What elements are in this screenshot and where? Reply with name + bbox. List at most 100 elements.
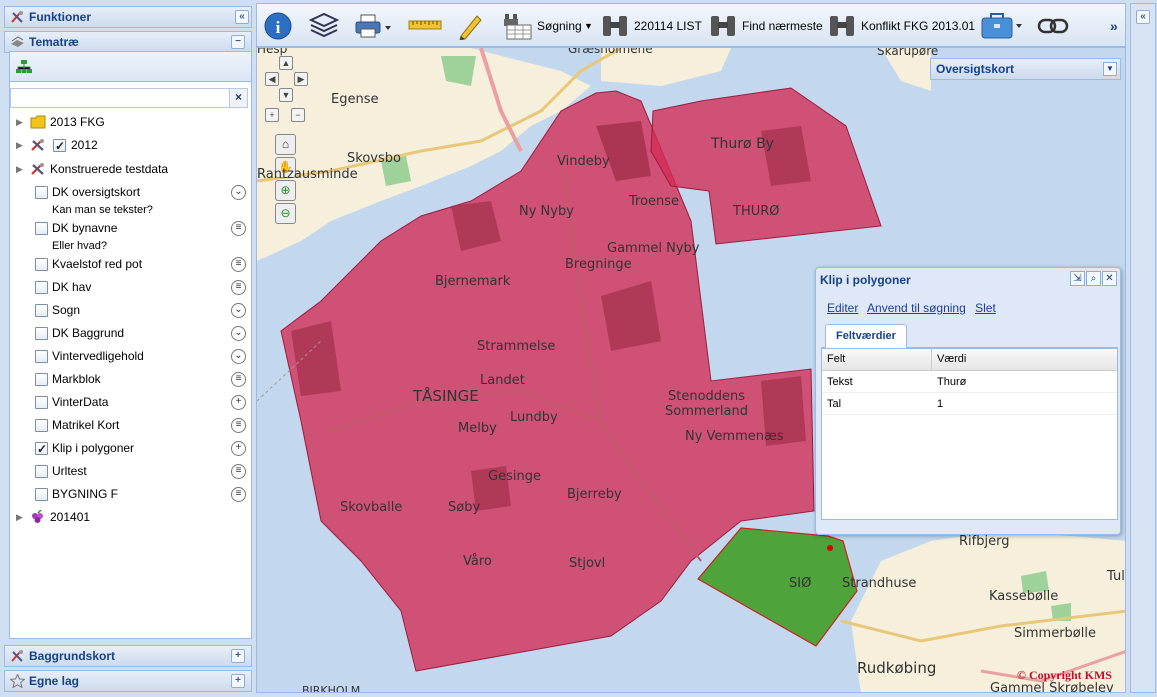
layers-icon[interactable] [309,12,339,40]
chevron-circle-icon[interactable]: ⌄ [231,326,246,341]
layer-checkbox[interactable] [35,304,48,317]
tools-icon [11,650,23,662]
tree-node[interactable]: ▶ 2012 [10,135,251,156]
tematrae-header[interactable]: Tematræ − [4,31,252,53]
printer-icon [355,14,391,38]
menu-circle-icon[interactable]: ≡ [231,221,246,236]
expand-egne-lag-button[interactable]: + [231,674,245,688]
menu-circle-icon[interactable]: ≡ [231,418,246,433]
plus-circle-icon[interactable]: + [231,441,246,456]
pan-left-button[interactable]: ◀ [265,72,279,86]
column-header[interactable]: Felt [822,349,932,371]
collapse-tematrae-button[interactable]: − [231,35,245,49]
menu-circle-icon[interactable]: ≡ [231,372,246,387]
popup-dock-icon[interactable]: ⇲ [1070,271,1085,286]
layer-checkbox[interactable] [35,281,48,294]
plus-circle-icon[interactable]: + [231,395,246,410]
popup-zoom-icon[interactable]: ⌕ [1086,271,1101,286]
toolbox-button[interactable] [981,12,1023,43]
map-label: Strammelse [477,339,556,354]
tree-node[interactable]: Urltest ≡ [10,461,251,481]
baggrundskort-header[interactable]: Baggrundskort + [4,645,252,667]
layer-checkbox[interactable] [35,419,48,432]
pencil-icon[interactable] [457,12,483,40]
tree-node-label: Matrikel Kort [52,418,120,432]
layer-checkbox[interactable] [35,396,48,409]
tree-node[interactable]: ▶ 201401 [10,507,251,527]
menu-circle-icon[interactable]: ≡ [231,280,246,295]
expand-right-button[interactable]: « [1136,10,1150,24]
toolbar-overflow-button[interactable]: » [1110,12,1118,40]
map-label: Rantzausminde [257,167,358,182]
expand-arrow-icon[interactable]: ▶ [16,159,23,179]
layer-checkbox[interactable] [35,465,48,478]
tree-node[interactable]: VinterData + [10,392,251,412]
binoculars-icon [830,16,854,36]
clear-filter-button[interactable]: × [229,89,247,107]
layer-checkbox[interactable] [53,136,66,156]
zoom-in-icon[interactable]: ⊕ [275,180,296,201]
popup-close-icon[interactable]: ✕ [1102,271,1117,286]
menu-circle-icon[interactable]: ≡ [231,487,246,502]
tree-node[interactable]: ▶ 2013 FKG [10,112,251,132]
zoom-in-small-button[interactable]: + [265,108,279,122]
tree-node[interactable]: DK oversigtskort Kan man se tekster? ⌄ [10,182,251,216]
delete-link[interactable]: Slet [975,301,996,315]
layer-checkbox[interactable] [35,222,48,235]
chevron-circle-icon[interactable]: ⌄ [231,349,246,364]
tree-node[interactable]: ▶ Konstruerede testdata [10,159,251,179]
tree-node[interactable]: Markblok ≡ [10,369,251,389]
overview-dropdown-icon[interactable]: ▼ [1103,62,1117,76]
pan-right-button[interactable]: ▶ [294,72,308,86]
menu-circle-icon[interactable]: ≡ [231,464,246,479]
column-header[interactable]: Værdi [932,349,1117,371]
menu-circle-icon[interactable]: ≡ [231,257,246,272]
map-label: Landet [480,373,525,388]
collapse-left-button[interactable]: « [235,10,249,24]
tab-feltvaerdier[interactable]: Feltværdier [825,324,907,348]
expand-arrow-icon[interactable]: ▶ [16,507,23,527]
zoom-out-small-button[interactable]: − [291,108,305,122]
map-label: SIØ [789,576,812,591]
tree-filter-input[interactable] [11,89,221,107]
pan-up-button[interactable]: ▲ [279,56,293,70]
layer-checkbox[interactable] [35,373,48,386]
tree-node[interactable]: Sogn ⌄ [10,300,251,320]
info-icon[interactable]: i [264,12,292,40]
tree-node[interactable]: DK Baggrund ⌄ [10,323,251,343]
zoom-out-icon[interactable]: ⊖ [275,203,296,224]
edit-link[interactable]: Editer [827,301,858,315]
tree-node[interactable]: Vintervedligehold ⌄ [10,346,251,366]
funktioner-header[interactable]: Funktioner « [4,6,252,28]
layer-checkbox[interactable] [35,258,48,271]
pan-down-button[interactable]: ▼ [279,88,293,102]
map-label: Melby [458,421,497,436]
link-icon[interactable] [1037,18,1069,34]
tree-node[interactable]: Matrikel Kort ≡ [10,415,251,435]
egne-lag-header[interactable]: Egne lag + [4,670,252,692]
layer-checkbox[interactable] [35,488,48,501]
layer-checkbox[interactable] [35,350,48,363]
chevron-circle-icon[interactable]: ⌄ [231,185,246,200]
home-icon[interactable]: ⌂ [275,134,296,155]
tree-node[interactable]: BYGNING F ≡ [10,484,251,504]
layer-checkbox[interactable] [35,186,48,199]
expand-arrow-icon[interactable]: ▶ [16,112,23,132]
map-toolbar: i Søgning ▼ 220114 LIST Find nærmeste Ko… [256,3,1126,47]
map-label: Simmerbølle [1014,626,1096,641]
expand-arrow-icon[interactable]: ▶ [16,135,23,155]
tree-node[interactable]: DK hav ≡ [10,277,251,297]
expand-baggrundskort-button[interactable]: + [231,649,245,663]
tree-node[interactable]: DK bynavne Eller hvad? ≡ [10,218,251,252]
tree-structure-icon[interactable] [16,60,32,74]
layer-checkbox[interactable] [35,439,48,459]
print-button[interactable] [355,14,391,41]
tree-node[interactable]: Kvaelstof red pot ≡ [10,254,251,274]
chevron-circle-icon[interactable]: ⌄ [231,303,246,318]
tree-node-label: Vintervedligehold [52,349,144,363]
tree-node[interactable]: Klip i polygoner + [10,438,251,459]
ruler-icon[interactable] [408,20,442,30]
overview-map-header[interactable]: Oversigtskort ▼ [930,58,1121,80]
apply-search-link[interactable]: Anvend til søgning [867,301,966,315]
layer-checkbox[interactable] [35,327,48,340]
